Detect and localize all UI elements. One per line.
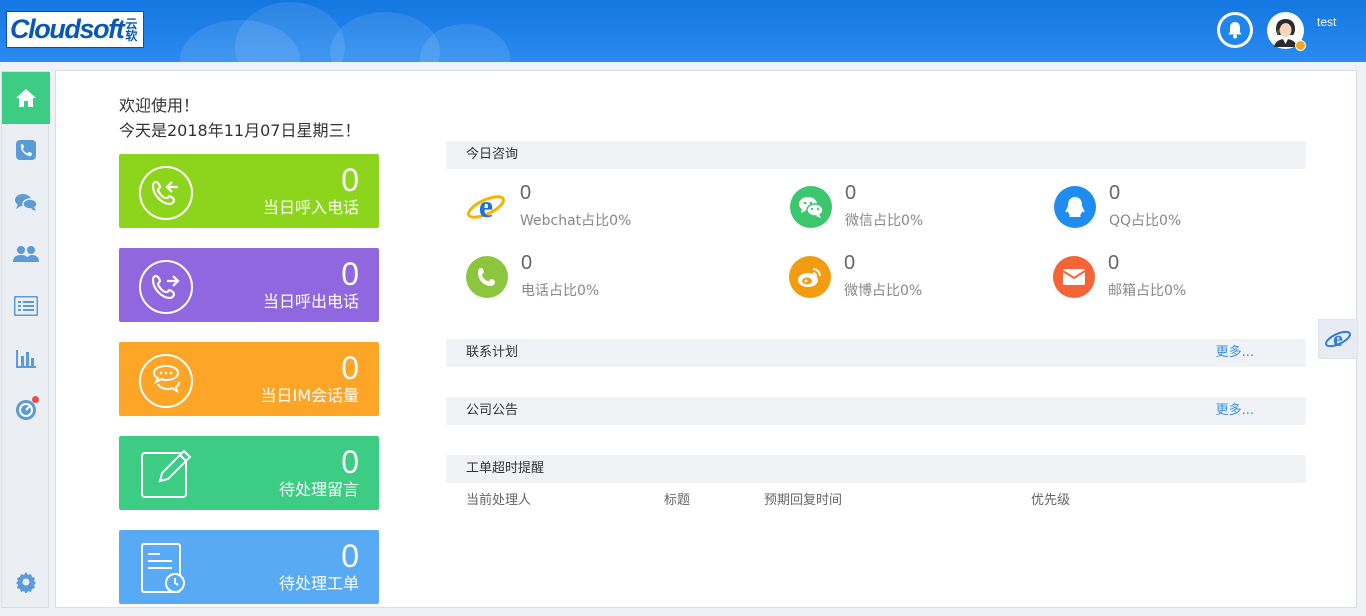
ie-icon: e bbox=[465, 186, 507, 228]
card-label: 待处理工单 bbox=[278, 574, 359, 593]
section-today-consult: 今日咨询 bbox=[446, 141, 1306, 169]
sidebar-item-phone[interactable] bbox=[2, 124, 50, 176]
section-title: 联系计划 bbox=[466, 345, 519, 360]
card-value: 0 bbox=[341, 444, 359, 480]
svg-text:e: e bbox=[1333, 326, 1343, 351]
card-label: 当日呼入电话 bbox=[262, 198, 359, 217]
sidebar-item-settings[interactable] bbox=[2, 556, 50, 608]
brand-logo[interactable]: Cloudsoft 云软 bbox=[6, 11, 144, 48]
incoming-call-icon bbox=[139, 166, 193, 220]
column-header-priority: 优先级 bbox=[1031, 493, 1071, 508]
section-title: 公司公告 bbox=[466, 403, 519, 418]
stat-value: 0 bbox=[1109, 182, 1121, 204]
logo-text: Cloudsoft bbox=[10, 14, 125, 44]
stat-value: 0 bbox=[844, 252, 856, 274]
card-im-sessions[interactable]: 0 当日IM会话量 bbox=[119, 342, 379, 416]
card-label: 当日呼出电话 bbox=[262, 292, 359, 311]
card-label: 当日IM会话量 bbox=[260, 386, 359, 405]
status-badge bbox=[1295, 40, 1306, 51]
home-icon bbox=[16, 89, 36, 107]
stat-wechat: 0 微信占比0% bbox=[790, 182, 1040, 232]
column-header-handler: 当前处理人 bbox=[466, 493, 532, 508]
date-line: 今天是2018年11月07日星期三！ bbox=[119, 121, 361, 140]
card-value: 0 bbox=[341, 350, 359, 386]
stat-label: 微信占比0% bbox=[845, 213, 924, 229]
floating-webchat-button[interactable]: e bbox=[1318, 319, 1358, 359]
card-label: 待处理留言 bbox=[278, 480, 359, 499]
gear-icon bbox=[16, 572, 36, 593]
edit-note-icon bbox=[141, 449, 192, 498]
mail-icon bbox=[1053, 256, 1095, 298]
section-contact-plan: 联系计划 更多... bbox=[446, 339, 1306, 367]
ticket-icon bbox=[141, 543, 185, 593]
card-value: 0 bbox=[341, 162, 359, 198]
more-link[interactable]: 更多... bbox=[1216, 339, 1254, 367]
card-incoming-calls[interactable]: 0 当日呼入电话 bbox=[119, 154, 379, 228]
user-avatar[interactable] bbox=[1267, 12, 1306, 51]
outgoing-call-icon bbox=[139, 260, 193, 314]
bell-icon bbox=[1220, 15, 1250, 45]
sidebar-item-contacts[interactable] bbox=[2, 228, 50, 280]
sidebar-item-chat[interactable] bbox=[2, 176, 50, 228]
logo-cn-text: 云软 bbox=[125, 16, 138, 43]
card-value: 0 bbox=[341, 538, 359, 574]
stat-value: 0 bbox=[1108, 252, 1120, 274]
stat-qq: 0 QQ占比0% bbox=[1054, 182, 1294, 232]
welcome-message: 欢迎使用！ 今天是2018年11月07日星期三！ bbox=[119, 93, 360, 143]
card-pending-tickets[interactable]: 0 待处理工单 bbox=[119, 530, 379, 604]
header-cloud-decoration bbox=[235, 2, 345, 62]
more-link[interactable]: 更多... bbox=[1216, 397, 1254, 425]
card-outgoing-calls[interactable]: 0 当日呼出电话 bbox=[119, 248, 379, 322]
wechat-icon bbox=[790, 186, 832, 228]
username[interactable]: test bbox=[1317, 15, 1336, 29]
ie-icon: e bbox=[1325, 326, 1351, 351]
section-announcement: 公司公告 更多... bbox=[446, 397, 1306, 425]
qq-icon bbox=[1054, 186, 1096, 228]
stat-webchat: e 0 Webchat占比0% bbox=[465, 182, 715, 232]
stat-mail: 0 邮箱占比0% bbox=[1053, 252, 1293, 302]
stat-label: 电话占比0% bbox=[521, 283, 600, 299]
sidebar-item-reports[interactable] bbox=[2, 332, 50, 384]
chat-bubble-icon bbox=[139, 354, 193, 408]
bar-chart-icon bbox=[16, 350, 36, 368]
chat-icon bbox=[15, 194, 38, 211]
phone-icon bbox=[16, 140, 36, 160]
stat-label: Webchat占比0% bbox=[520, 213, 632, 229]
section-title: 今日咨询 bbox=[466, 147, 519, 162]
sidebar-item-monitor[interactable] bbox=[2, 384, 50, 436]
contacts-icon bbox=[13, 246, 39, 262]
stat-label: 微博占比0% bbox=[844, 283, 923, 299]
top-bar: Cloudsoft 云软 test bbox=[0, 0, 1366, 62]
section-title: 工单超时提醒 bbox=[466, 461, 545, 476]
stat-value: 0 bbox=[520, 182, 532, 204]
column-header-expected-reply: 预期回复时间 bbox=[764, 493, 843, 508]
stat-value: 0 bbox=[845, 182, 857, 204]
column-header-title: 标题 bbox=[664, 493, 691, 508]
sidebar-item-list[interactable] bbox=[2, 280, 50, 332]
notification-button[interactable] bbox=[1217, 12, 1253, 48]
weibo-icon bbox=[789, 256, 831, 298]
svg-text:e: e bbox=[479, 188, 493, 224]
header-cloud-decoration bbox=[420, 24, 510, 62]
stat-phone: 0 电话占比0% bbox=[466, 252, 716, 302]
stat-label: 邮箱占比0% bbox=[1108, 283, 1187, 299]
sidebar bbox=[1, 71, 50, 608]
stat-value: 0 bbox=[521, 252, 533, 274]
phone-icon bbox=[466, 256, 508, 298]
card-value: 0 bbox=[341, 256, 359, 292]
welcome-line: 欢迎使用！ bbox=[119, 96, 200, 115]
section-ticket-reminder: 工单超时提醒 bbox=[446, 455, 1306, 483]
stat-label: QQ占比0% bbox=[1109, 213, 1182, 229]
stat-weibo: 0 微博占比0% bbox=[789, 252, 1039, 302]
card-pending-messages[interactable]: 0 待处理留言 bbox=[119, 436, 379, 510]
list-icon bbox=[14, 296, 38, 316]
sidebar-item-home[interactable] bbox=[2, 72, 50, 124]
notification-badge bbox=[32, 396, 39, 403]
